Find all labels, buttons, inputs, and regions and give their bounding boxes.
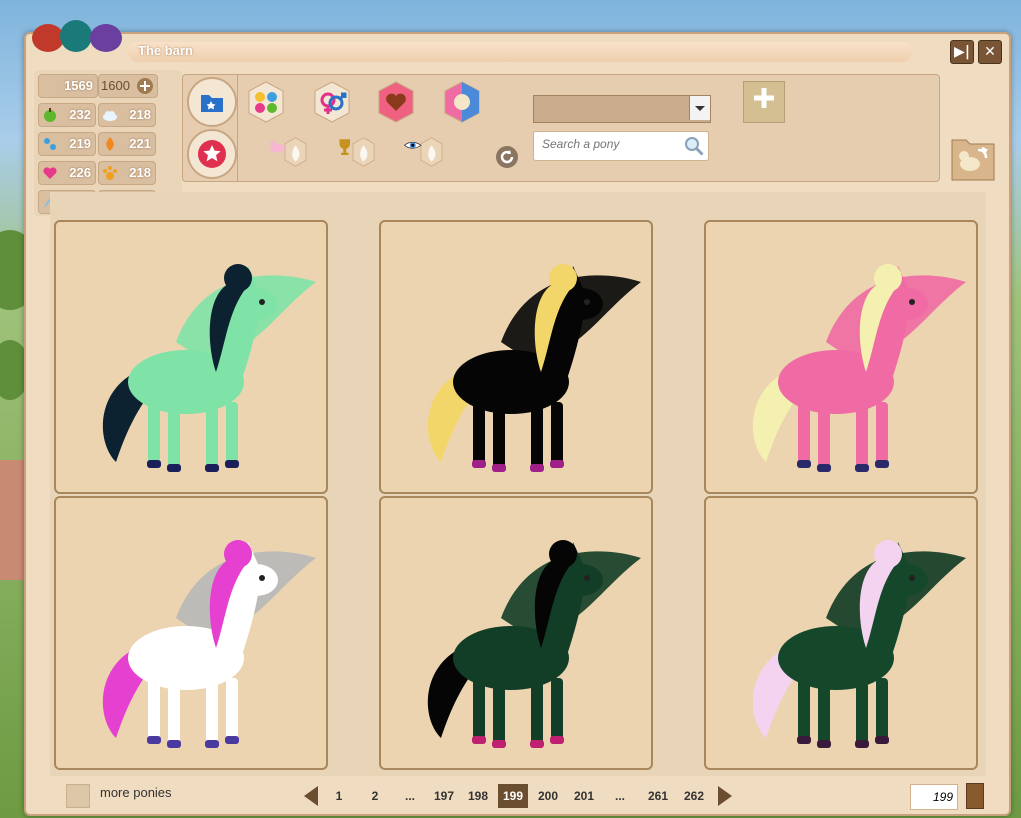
prev-page-arrow-icon[interactable]	[304, 786, 318, 806]
title-bar: The barn	[128, 42, 912, 62]
stat-paw: 218	[98, 161, 156, 185]
pony-image	[102, 540, 316, 748]
pony-image	[752, 540, 966, 748]
star-badge-icon	[198, 140, 226, 168]
next-page-arrow-icon[interactable]	[718, 786, 732, 806]
heart-icon	[43, 167, 57, 179]
window-title: The barn	[138, 43, 193, 58]
page-link[interactable]: 1	[328, 784, 350, 808]
breeding-filter-icon[interactable]	[375, 81, 417, 123]
add-icon[interactable]	[137, 78, 153, 94]
trophy-filter-icon[interactable]	[335, 131, 377, 173]
plus-icon	[754, 88, 774, 108]
page-number-box	[910, 784, 958, 810]
stat-heart: 226	[38, 161, 96, 185]
current-page[interactable]: 199	[498, 784, 528, 808]
stat-max: 1600	[98, 74, 158, 98]
cloud-icon	[103, 111, 117, 121]
search-box	[533, 131, 709, 161]
pony-card[interactable]	[54, 220, 328, 494]
flame-icon	[106, 137, 114, 151]
pony-image	[427, 540, 641, 748]
page-link[interactable]: 2	[364, 784, 386, 808]
apple-icon	[44, 108, 56, 122]
collapse-button[interactable]: ▶|	[950, 40, 974, 64]
close-button[interactable]: ✕	[978, 40, 1002, 64]
game-logo	[32, 20, 122, 52]
pony-card[interactable]	[54, 496, 328, 770]
page-ellipsis: ...	[614, 789, 625, 803]
more-ponies-checkbox[interactable]	[66, 784, 90, 808]
close-icon: ✕	[984, 44, 996, 60]
stat-cloud: 218	[98, 103, 156, 127]
stat-flame: 221	[98, 132, 156, 156]
page-link[interactable]: 198	[464, 784, 492, 808]
search-icon[interactable]	[684, 136, 704, 156]
pony-image	[102, 264, 316, 472]
blue-folder-icon	[201, 95, 223, 112]
add-button[interactable]	[743, 81, 785, 123]
page-link[interactable]: 262	[680, 784, 708, 808]
favorites-tab-button[interactable]	[187, 129, 237, 179]
stat-apple: 232	[38, 103, 96, 127]
stat-total-value: 1569	[64, 78, 93, 93]
sort-dropdown[interactable]	[533, 95, 711, 123]
page-link[interactable]: 197	[430, 784, 458, 808]
eye-filter-icon[interactable]	[403, 131, 445, 173]
toolbar-divider	[237, 75, 238, 181]
pony-card[interactable]	[704, 496, 978, 770]
pair-filter-icon[interactable]	[441, 81, 483, 123]
pony-image	[427, 264, 641, 472]
stat-total: 1569	[38, 74, 98, 98]
page-link[interactable]: 200	[534, 784, 562, 808]
chevron-down-icon	[689, 96, 710, 120]
pony-card[interactable]	[704, 220, 978, 494]
more-ponies-label: more ponies	[100, 785, 172, 800]
page-link[interactable]: 201	[570, 784, 598, 808]
go-to-page-button[interactable]	[966, 783, 984, 809]
pony-card[interactable]	[379, 496, 653, 770]
page-link[interactable]: 261	[644, 784, 672, 808]
gender-filter-icon[interactable]	[311, 81, 353, 123]
stat-water: 219	[38, 132, 96, 156]
page-number-input[interactable]	[911, 789, 955, 805]
filter-toolbar	[182, 74, 940, 182]
foal-filter-icon[interactable]	[267, 131, 309, 173]
water-drops-icon	[44, 138, 56, 150]
page-ellipsis: ...	[404, 789, 415, 803]
barn-window: The barn ▶| ✕ 1569 1600 232 218 219 221	[24, 20, 1011, 816]
search-input[interactable]	[540, 136, 684, 152]
refresh-icon[interactable]	[495, 145, 519, 169]
all-ponies-filter-icon[interactable]	[245, 81, 287, 123]
folder-tab-button[interactable]	[187, 77, 237, 127]
skip-forward-icon: ▶|	[954, 44, 970, 60]
pony-card[interactable]	[379, 220, 653, 494]
pony-export-folder-icon[interactable]	[950, 132, 996, 182]
paw-icon	[103, 166, 117, 180]
pony-image	[752, 264, 966, 472]
stat-max-value: 1600	[101, 78, 130, 93]
pony-grid	[50, 192, 986, 776]
